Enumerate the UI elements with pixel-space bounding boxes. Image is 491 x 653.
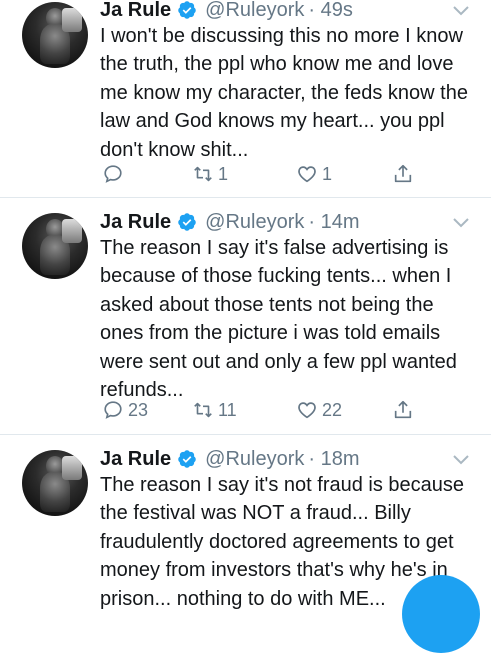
retweet-button[interactable]: 1 bbox=[192, 160, 228, 188]
divider bbox=[0, 197, 491, 198]
verified-badge-icon bbox=[178, 1, 196, 19]
retweet-icon bbox=[194, 402, 212, 418]
verified-badge-icon bbox=[178, 213, 196, 231]
author-name[interactable]: Ja Rule bbox=[100, 448, 171, 471]
author-name[interactable]: Ja Rule bbox=[100, 211, 171, 234]
chevron-down-icon[interactable] bbox=[453, 218, 469, 228]
retweet-count: 1 bbox=[218, 163, 229, 184]
retweet-button[interactable]: 11 bbox=[192, 396, 237, 424]
like-button[interactable]: 22 bbox=[296, 396, 342, 424]
author-handle[interactable]: @Ruleyork bbox=[205, 0, 304, 22]
chevron-down-icon[interactable] bbox=[453, 6, 469, 16]
reply-button[interactable] bbox=[102, 160, 128, 188]
author-handle[interactable]: @Ruleyork bbox=[205, 211, 304, 234]
reply-button[interactable]: 23 bbox=[102, 396, 148, 424]
timestamp[interactable]: · 14m bbox=[308, 211, 359, 234]
chevron-down-icon[interactable] bbox=[453, 455, 469, 465]
like-button[interactable]: 1 bbox=[296, 160, 332, 188]
author-name[interactable]: Ja Rule bbox=[100, 0, 171, 22]
timestamp[interactable]: · 49s bbox=[308, 0, 352, 22]
divider bbox=[0, 434, 491, 435]
compose-tweet-button[interactable] bbox=[402, 575, 480, 653]
author-handle[interactable]: @Ruleyork bbox=[205, 448, 304, 471]
share-button[interactable] bbox=[392, 396, 414, 424]
heart-icon bbox=[298, 402, 316, 419]
like-count: 22 bbox=[322, 399, 343, 420]
reply-icon bbox=[104, 165, 122, 183]
reply-icon bbox=[104, 401, 122, 419]
share-icon bbox=[394, 164, 412, 183]
tweet-text: The reason I say it's false advertising … bbox=[100, 237, 457, 402]
heart-icon bbox=[298, 166, 316, 183]
tweet-text: I won't be discussing this no more I kno… bbox=[100, 25, 468, 161]
retweet-icon bbox=[194, 166, 212, 182]
avatar[interactable] bbox=[22, 213, 88, 279]
like-count: 1 bbox=[322, 163, 333, 184]
reply-count: 23 bbox=[128, 399, 149, 420]
share-icon bbox=[394, 400, 412, 419]
share-button[interactable] bbox=[392, 160, 414, 188]
retweet-count: 11 bbox=[218, 399, 237, 420]
avatar[interactable] bbox=[22, 450, 88, 516]
timestamp[interactable]: · 18m bbox=[308, 448, 359, 471]
avatar[interactable] bbox=[22, 2, 88, 68]
verified-badge-icon bbox=[178, 450, 196, 468]
